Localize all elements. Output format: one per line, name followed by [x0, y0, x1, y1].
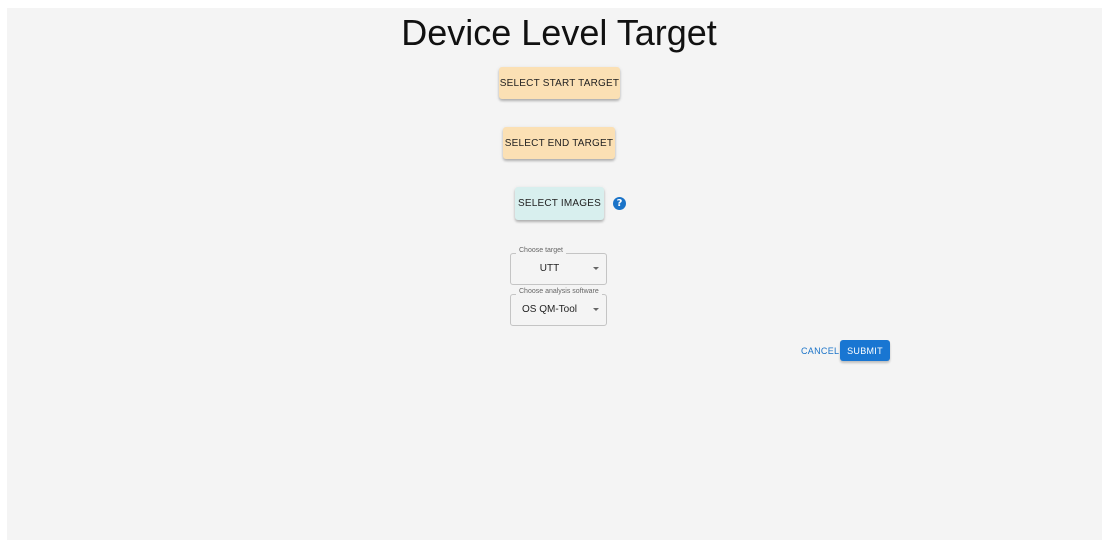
help-icon[interactable]: ?	[613, 197, 626, 210]
select-end-target-button[interactable]: SELECT END TARGET	[503, 127, 615, 159]
choose-analysis-software-select[interactable]: Choose analysis software OS QM-Tool	[510, 288, 607, 326]
page-title: Device Level Target	[401, 12, 717, 53]
choose-target-value: UTT	[539, 263, 560, 274]
chevron-down-icon	[593, 308, 599, 311]
choose-analysis-software-value: OS QM-Tool	[521, 304, 577, 315]
select-start-target-button[interactable]: SELECT START TARGET	[499, 67, 620, 99]
chevron-down-icon	[593, 267, 599, 270]
choose-analysis-software-label: Choose analysis software	[516, 288, 602, 295]
choose-target-label: Choose target	[516, 247, 566, 254]
choose-target-select[interactable]: Choose target UTT	[510, 247, 607, 285]
submit-button[interactable]: SUBMIT	[840, 340, 890, 361]
cancel-button[interactable]: CANCEL	[797, 340, 843, 361]
select-images-button[interactable]: SELECT IMAGES	[515, 187, 604, 220]
